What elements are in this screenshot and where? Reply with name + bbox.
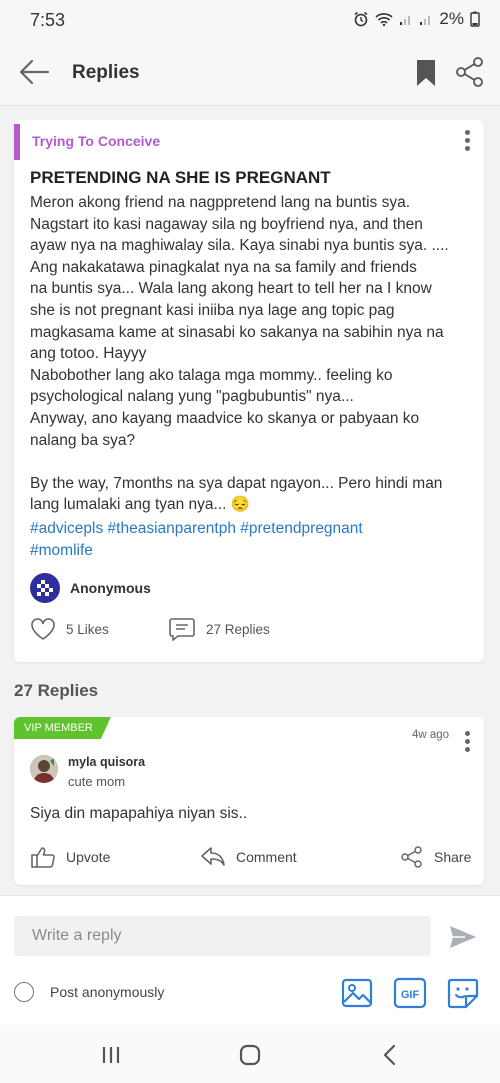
avatar[interactable] [30,755,58,783]
battery-icon [470,11,480,27]
reply-card: VIP MEMBER 4w ago myla quisora cute mom … [14,717,484,885]
status-bar: 7:53 2% [0,0,500,40]
reply-user-tag: cute mom [68,774,126,789]
back-arrow-icon[interactable] [16,56,52,88]
comment-button[interactable]: Comment [200,845,297,869]
more-options-icon[interactable] [462,130,472,152]
post-anonymously-toggle[interactable]: Post anonymously [14,982,164,1002]
like-button[interactable]: 5 Likes [30,617,109,641]
reply-composer: Post anonymously GIF [0,895,500,1025]
share-label: Share [434,849,472,865]
signal-icon [400,16,411,25]
upvote-label: Upvote [66,849,111,865]
category-accent-bar [14,124,20,160]
post-title: PRETENDING NA SHE IS PREGNANT [30,168,331,187]
anonymous-radio[interactable] [14,982,34,1002]
page-title: Replies [72,62,140,83]
reply-text: Siya din mapapahiya niyan sis.. [30,805,248,822]
share-icon[interactable] [454,56,486,88]
thumbs-up-icon [31,847,55,868]
reply-input[interactable] [14,916,431,956]
status-time: 7:53 [30,10,66,30]
bookmark-icon[interactable] [414,58,438,88]
reply-more-options-icon[interactable] [462,731,472,753]
system-nav-bar [0,1025,500,1083]
share-icon [401,846,422,868]
comment-label: Comment [236,849,297,865]
home-icon[interactable] [237,1042,263,1068]
vip-member-badge: VIP MEMBER [14,717,111,739]
anonymous-avatar [30,573,60,603]
post-body: Meron akong friend na nagppretend lang n… [30,194,449,514]
reply-arrow-icon [201,847,225,866]
wifi-icon [375,13,393,26]
question-card: Trying To Conceive PRETENDING NA SHE IS … [14,120,484,662]
hashtags-line-2[interactable]: #momlife [30,540,476,562]
author-name: Anonymous [70,580,151,596]
post-stats: 5 Likes 27 Replies [30,617,470,647]
image-icon[interactable] [340,976,374,1010]
reply-username[interactable]: myla quisora [68,755,145,769]
post-author: Anonymous [30,573,151,603]
svg-text:GIF: GIF [401,989,420,1001]
replies-button[interactable]: 27 Replies [168,617,270,641]
heart-icon [31,618,55,640]
upvote-button[interactable]: Upvote [30,845,110,869]
likes-count: 5 Likes [66,621,109,637]
send-icon[interactable] [448,924,478,950]
system-back-icon[interactable] [377,1042,403,1068]
reply-timestamp: 4w ago [412,729,450,741]
share-button[interactable]: Share [400,845,471,869]
replies-section-title: 27 Replies [14,681,99,700]
replies-count: 27 Replies [206,621,270,637]
post-hashtags: #advicepls #theasianparentph #pretendpre… [30,518,476,562]
reply-actions: Upvote Comment Share [26,845,476,875]
signal-icon-2 [420,16,431,25]
comment-icon [169,618,195,641]
app-bar: Replies [0,40,500,106]
gif-icon[interactable]: GIF [393,976,427,1010]
hashtags-line-1[interactable]: #advicepls #theasianparentph #pretendpre… [30,518,476,540]
alarm-icon [354,11,368,27]
sticker-icon[interactable] [446,976,480,1010]
recent-apps-icon[interactable] [98,1042,124,1068]
post-anonymously-label: Post anonymously [50,984,165,1000]
category-label[interactable]: Trying To Conceive [32,133,160,149]
battery-percent: 2% [439,9,464,28]
